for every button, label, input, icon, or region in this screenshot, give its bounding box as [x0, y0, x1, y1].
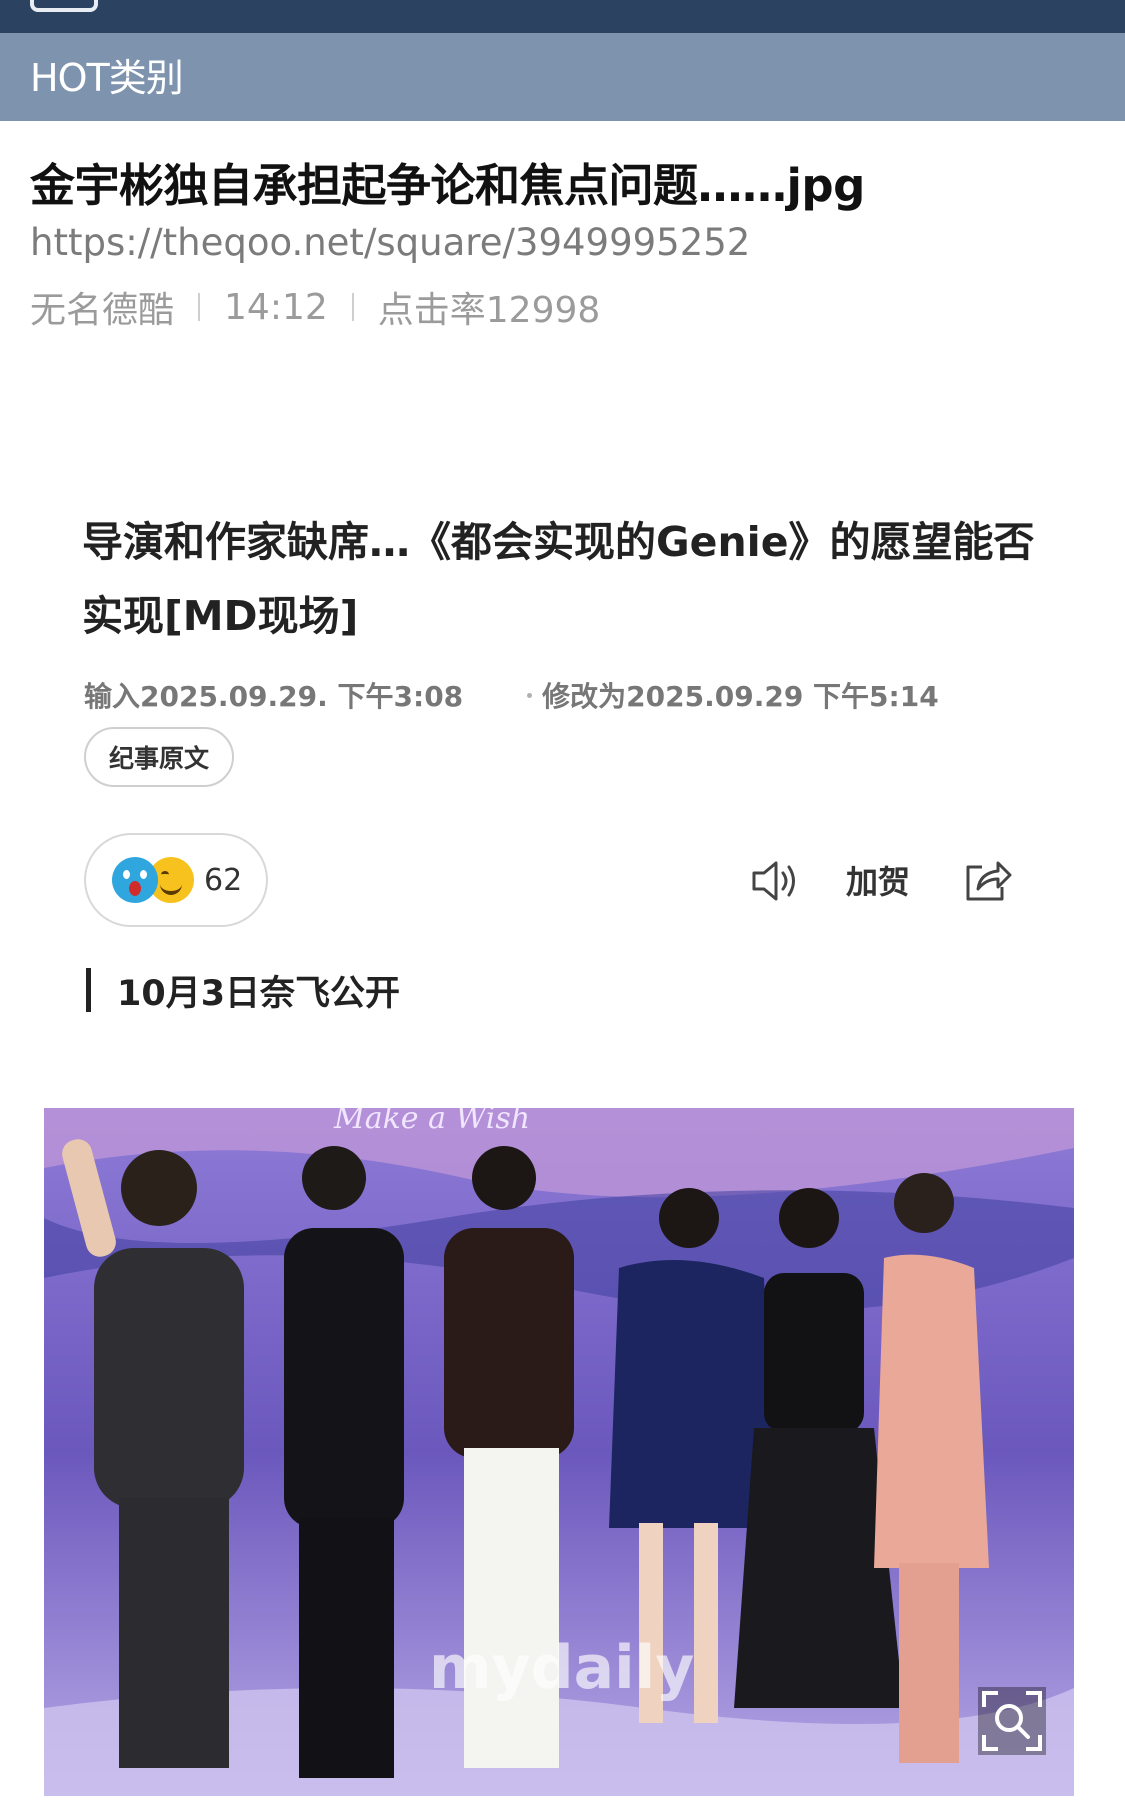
article-title-line-2: 实现[MD现场]: [82, 592, 359, 640]
modified-date: 修改为2025.09.29 下午5:14: [542, 680, 939, 713]
input-date: 输入2025.09.29. 下午3:08: [84, 680, 464, 713]
original-article-button[interactable]: 纪事原文: [84, 727, 234, 787]
reaction-button[interactable]: 62: [84, 833, 268, 927]
zoom-icon[interactable]: [978, 1687, 1046, 1755]
date-separator-dot: [527, 692, 533, 698]
post-header: 金宇彬独自承担起争论和焦点问题……jpg https://theqoo.net/…: [0, 121, 1125, 368]
post-views: 点击率12998: [377, 290, 601, 331]
post-time: 14:12: [224, 286, 328, 328]
photo-banner-text: Make a Wish: [333, 1108, 530, 1136]
meta-divider: [198, 293, 201, 321]
article-title: 导演和作家缺席…《都会实现的Genie》的愿望能否 实现[MD现场]: [82, 505, 1042, 653]
menu-icon[interactable]: [30, 0, 98, 12]
post-title: 金宇彬独自承担起争论和焦点问题……jpg: [30, 159, 865, 212]
reaction-count: 62: [204, 862, 243, 898]
post-meta: 无名德酷 14:12 点击率12998: [30, 281, 600, 333]
shocked-emoji-icon: [112, 857, 158, 903]
article-body: 导演和作家缺席…《都会实现的Genie》的愿望能否 实现[MD现场] 输入202…: [0, 365, 1125, 1818]
subheading-bar: [86, 968, 91, 1012]
speaker-icon[interactable]: [748, 855, 800, 907]
share-icon[interactable]: [962, 853, 1014, 905]
article-title-line-1: 导演和作家缺席…《都会实现的Genie》的愿望能否: [82, 518, 1035, 566]
article-subheading: 10月3日奈飞公开: [86, 965, 400, 1015]
category-label[interactable]: HOT类别: [30, 47, 184, 102]
post-url-link[interactable]: https://theqoo.net/square/3949995252: [30, 221, 750, 264]
article-dates: 输入2025.09.29. 下午3:08 修改为2025.09.29 下午5:1…: [84, 675, 939, 715]
post-author[interactable]: 无名德酷: [30, 281, 174, 333]
meta-divider: [351, 293, 354, 321]
article-photo[interactable]: Make a Wish mydaily: [44, 1108, 1074, 1796]
top-navigation-bar: [0, 0, 1125, 33]
person-figure: [284, 1146, 404, 1778]
category-bar: HOT类别: [0, 33, 1125, 121]
subheading-text: 10月3日奈飞公开: [117, 973, 401, 1014]
congrats-button[interactable]: 加贺: [846, 857, 910, 903]
photo-watermark: mydaily: [429, 1633, 694, 1703]
